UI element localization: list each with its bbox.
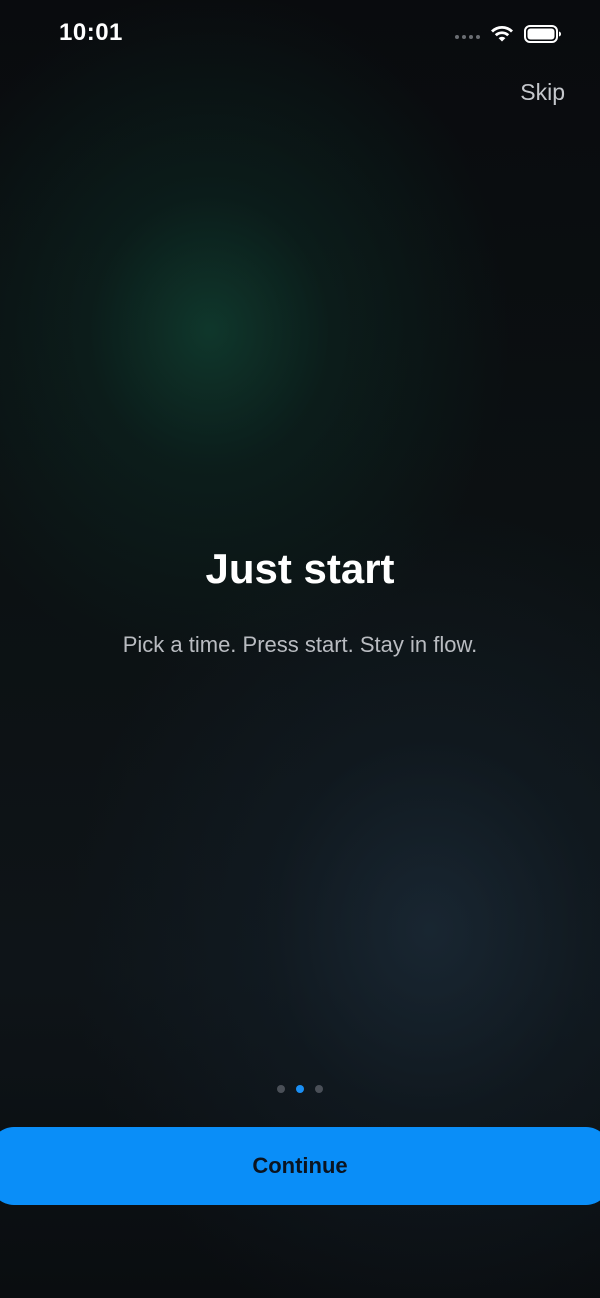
page-dot-3	[315, 1085, 323, 1093]
onboarding-title: Just start	[205, 545, 395, 592]
skip-button[interactable]: Skip	[520, 79, 565, 106]
wifi-icon	[491, 25, 513, 42]
battery-icon	[524, 25, 561, 43]
status-icons	[455, 23, 562, 45]
page-dot-1	[277, 1085, 285, 1093]
page-dot-2-active	[296, 1085, 304, 1093]
page-indicator	[0, 1085, 600, 1093]
signal-dots-icon	[455, 35, 480, 39]
continue-button[interactable]: Continue	[0, 1127, 600, 1205]
onboarding-subtitle: Pick a time. Press start. Stay in flow.	[122, 632, 478, 657]
onboarding-screen: 10:01 Skip Just start Pick a time. Press…	[0, 0, 600, 1298]
status-time: 10:01	[59, 19, 123, 46]
continue-button-label: Continue	[252, 1153, 348, 1178]
